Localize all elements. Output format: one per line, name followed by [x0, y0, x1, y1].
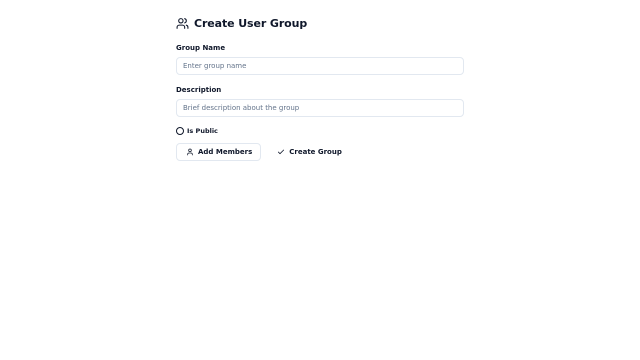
form-actions: Add Members Create Group [176, 143, 464, 161]
user-icon [186, 148, 194, 156]
is-public-row: Is Public [176, 126, 464, 136]
users-icon [176, 17, 189, 30]
check-icon [277, 148, 285, 156]
create-group-label: Create Group [289, 148, 342, 156]
group-name-label: Group Name [176, 44, 226, 52]
group-name-input[interactable] [176, 57, 464, 75]
page-title: Create User Group [194, 16, 308, 30]
form-header: Create User Group [176, 14, 464, 32]
description-input[interactable] [176, 99, 464, 117]
create-user-group-form: Create User Group Group Name Description… [176, 14, 464, 161]
description-label: Description [176, 86, 222, 94]
create-group-button[interactable]: Create Group [268, 143, 351, 161]
add-members-button[interactable]: Add Members [176, 143, 262, 161]
is-public-checkbox[interactable] [176, 127, 184, 135]
is-public-label[interactable]: Is Public [187, 127, 218, 135]
add-members-label: Add Members [198, 148, 253, 156]
